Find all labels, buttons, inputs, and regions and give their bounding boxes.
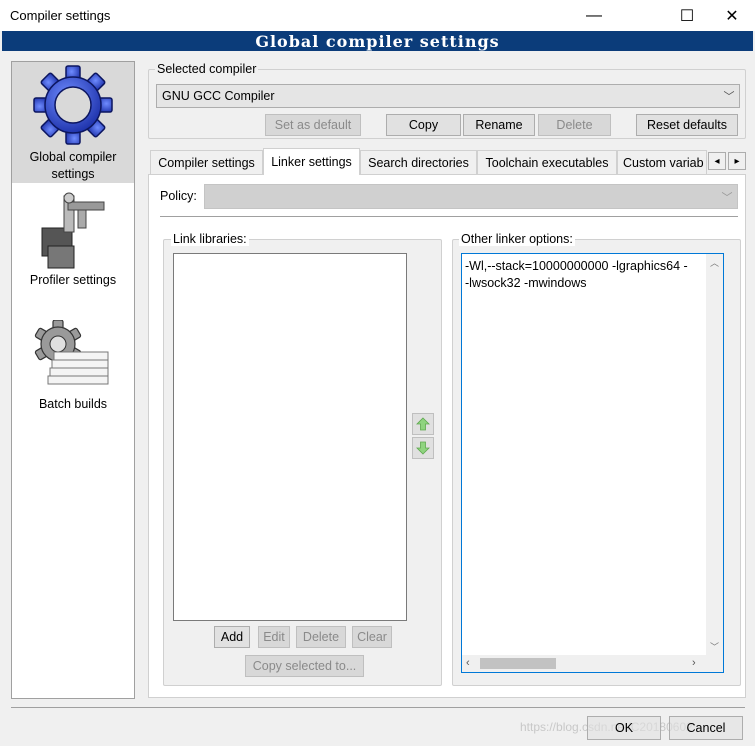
- sidebar-item-global-compiler[interactable]: Global compiler settings: [12, 62, 134, 183]
- window-title: Compiler settings: [10, 8, 111, 23]
- footer-divider: [11, 707, 745, 708]
- edit-library-button[interactable]: Edit: [258, 626, 290, 648]
- sidebar-item-batch-builds[interactable]: Batch builds: [12, 312, 134, 422]
- delete-library-button[interactable]: Delete: [296, 626, 346, 648]
- tab-scroll-left-button[interactable]: ◂: [708, 152, 726, 170]
- compiler-select[interactable]: GNU GCC Compiler ﹀: [156, 84, 740, 108]
- rename-compiler-button[interactable]: Rename: [463, 114, 535, 136]
- sidebar-item-label: Profiler settings: [29, 273, 117, 287]
- reset-defaults-button[interactable]: Reset defaults: [636, 114, 738, 136]
- move-up-button[interactable]: [412, 413, 434, 435]
- selected-compiler-label: Selected compiler: [155, 62, 259, 76]
- tab-toolchain-executables[interactable]: Toolchain executables: [477, 150, 617, 174]
- other-linker-options-line-1: -Wl,--stack=10000000000 -lgraphics64 -: [465, 259, 688, 273]
- ok-button[interactable]: OK: [587, 716, 661, 740]
- vertical-scrollbar[interactable]: ︿ ﹀: [706, 254, 723, 656]
- sidebar-item-profiler[interactable]: Profiler settings: [12, 186, 134, 296]
- linker-settings-panel: Policy: ﹀ Link libraries: Add Edit Delet…: [148, 174, 746, 698]
- cancel-button[interactable]: Cancel: [669, 716, 743, 740]
- scroll-right-icon[interactable]: ›: [692, 657, 696, 669]
- clear-libraries-button[interactable]: Clear: [352, 626, 392, 648]
- compiler-select-value: GNU GCC Compiler: [162, 89, 275, 103]
- policy-divider: [160, 216, 738, 217]
- title-bar: Compiler settings — ☐ ✕: [0, 0, 755, 31]
- close-button[interactable]: ✕: [709, 0, 755, 31]
- sidebar-item-label: Batch builds: [38, 397, 108, 411]
- gear-icon: [33, 65, 113, 145]
- settings-banner: Global compiler settings: [2, 31, 753, 51]
- tab-custom-variables[interactable]: Custom variab: [617, 150, 707, 174]
- batch-builds-icon: [34, 320, 109, 385]
- delete-compiler-button[interactable]: Delete: [538, 114, 611, 136]
- chevron-down-icon: ﹀: [721, 191, 733, 204]
- other-linker-options-label: Other linker options:: [459, 232, 575, 246]
- minimize-button[interactable]: —: [571, 0, 617, 31]
- tab-search-directories[interactable]: Search directories: [360, 150, 477, 174]
- add-library-button[interactable]: Add: [214, 626, 250, 648]
- scroll-down-icon[interactable]: ﹀: [710, 640, 719, 653]
- scroll-up-icon[interactable]: ︿: [710, 256, 719, 269]
- scroll-left-icon[interactable]: ‹: [466, 657, 470, 669]
- copy-selected-to-button[interactable]: Copy selected to...: [245, 655, 364, 677]
- horizontal-scrollbar[interactable]: ‹ ›: [462, 655, 723, 672]
- policy-select[interactable]: ﹀: [204, 184, 738, 209]
- arrow-up-icon: [416, 417, 430, 431]
- tab-linker-settings[interactable]: Linker settings: [263, 148, 360, 175]
- other-linker-options-line-2: -lwsock32 -mwindows: [465, 276, 587, 290]
- settings-sidebar: Global compiler settings Profiler settin…: [11, 61, 135, 699]
- set-as-default-button[interactable]: Set as default: [265, 114, 361, 136]
- other-linker-options-textarea[interactable]: -Wl,--stack=10000000000 -lgraphics64 - -…: [461, 253, 724, 673]
- horizontal-scroll-thumb[interactable]: [480, 658, 556, 669]
- link-libraries-list[interactable]: [173, 253, 407, 621]
- policy-label: Policy:: [160, 189, 197, 203]
- arrow-down-icon: [416, 441, 430, 455]
- profiler-icon: [41, 192, 105, 269]
- link-libraries-label: Link libraries:: [171, 232, 249, 246]
- tab-compiler-settings[interactable]: Compiler settings: [150, 150, 263, 174]
- copy-compiler-button[interactable]: Copy: [386, 114, 461, 136]
- tab-scroll-right-button[interactable]: ▸: [728, 152, 746, 170]
- move-down-button[interactable]: [412, 437, 434, 459]
- chevron-down-icon: ﹀: [723, 91, 735, 103]
- sidebar-item-label: Global compiler settings: [29, 150, 117, 181]
- maximize-button[interactable]: ☐: [664, 0, 710, 31]
